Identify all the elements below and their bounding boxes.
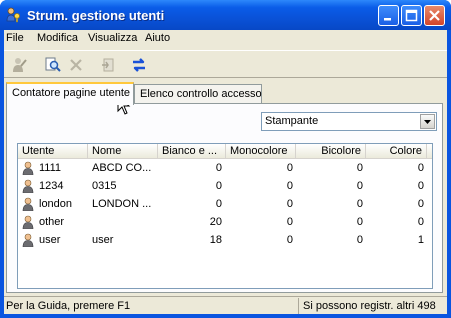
user-icon <box>22 233 34 247</box>
cell-bicolore: 0 <box>356 234 363 246</box>
device-select-value: Stampante <box>265 115 319 127</box>
cell-utente: 1111 <box>39 162 62 174</box>
cell-utente: other <box>39 216 65 228</box>
user-edit-button[interactable] <box>8 54 30 76</box>
tab-panel: Stampante Utente Nome Bianco e ... Monoc… <box>6 103 443 293</box>
cell-monocolore: 0 <box>286 162 293 174</box>
maximize-icon <box>405 9 418 22</box>
cell-nome: LONDON ... <box>92 198 152 210</box>
title-bar[interactable]: Strum. gestione utenti <box>0 0 451 30</box>
table-row[interactable]: other 20 0 0 0 <box>18 214 432 231</box>
app-window: Strum. gestione utenti File Modifica Vis… <box>0 0 451 318</box>
menu-file[interactable]: File <box>6 32 24 44</box>
tab-elenco-controllo[interactable]: Elenco controllo accesso <box>134 84 262 104</box>
menu-aiuto[interactable]: Aiuto <box>145 32 170 44</box>
table-row[interactable]: user user 18 0 0 1 <box>18 232 432 249</box>
toolbar <box>4 50 447 78</box>
cell-utente: 1234 <box>39 180 64 192</box>
cell-colore: 0 <box>417 198 424 210</box>
tab-contatore-pagine[interactable]: Contatore pagine utente <box>6 82 134 105</box>
export-button[interactable] <box>98 54 120 76</box>
tab-label: Contatore pagine utente <box>12 87 131 99</box>
user-counter-table[interactable]: Utente Nome Bianco e ... Monocolore Bico… <box>17 143 433 289</box>
user-icon <box>22 197 34 211</box>
refresh-button[interactable] <box>128 54 150 76</box>
cell-monocolore: 0 <box>286 216 293 228</box>
status-bar: Per la Guida, premere F1 Si possono regi… <box>4 296 447 314</box>
cell-monocolore: 0 <box>286 198 293 210</box>
column-header-colore[interactable]: Colore <box>366 144 427 159</box>
user-icon <box>22 215 34 229</box>
column-header-bianco[interactable]: Bianco e ... <box>158 144 226 159</box>
table-row[interactable]: 1111 ABCD CO... 0 0 0 0 <box>18 160 432 177</box>
column-header-nome[interactable]: Nome <box>88 144 158 159</box>
menu-bar: File Modifica Visualizza Aiuto <box>4 30 447 48</box>
menu-modifica[interactable]: Modifica <box>37 32 78 44</box>
status-info-text: Si possono registr. altri 498 <box>303 300 436 312</box>
cell-colore: 1 <box>417 234 424 246</box>
refresh-icon <box>133 58 145 72</box>
delete-button[interactable] <box>65 54 87 76</box>
user-edit-icon <box>13 58 27 72</box>
minimize-icon <box>384 18 391 21</box>
chevron-down-icon <box>424 119 431 124</box>
minimize-button[interactable] <box>378 5 399 26</box>
window-title: Strum. gestione utenti <box>27 8 165 23</box>
delete-icon <box>70 59 82 71</box>
close-button[interactable] <box>424 5 445 26</box>
table-header: Utente Nome Bianco e ... Monocolore Bico… <box>18 144 432 159</box>
cell-bicolore: 0 <box>356 162 363 174</box>
tab-strip: Contatore pagine utente Elenco controllo… <box>4 82 447 105</box>
cell-bianco-nero: 0 <box>215 180 222 192</box>
cell-bianco-nero: 0 <box>215 162 222 174</box>
user-icon <box>22 161 34 175</box>
column-header-utente[interactable]: Utente <box>18 144 88 159</box>
user-icon <box>22 179 34 193</box>
cell-monocolore: 0 <box>286 180 293 192</box>
client-area: File Modifica Visualizza Aiuto Contatore… <box>4 30 447 314</box>
cell-utente: user <box>39 234 61 246</box>
cell-bianco-nero: 0 <box>215 198 222 210</box>
cell-bianco-nero: 20 <box>209 216 222 228</box>
device-select-dropdown-button[interactable] <box>420 114 435 129</box>
close-icon <box>429 10 440 21</box>
search-icon <box>45 57 61 72</box>
cell-bianco-nero: 18 <box>209 234 222 246</box>
table-row[interactable]: london LONDON ... 0 0 0 0 <box>18 196 432 213</box>
device-select[interactable]: Stampante <box>261 112 437 131</box>
cell-colore: 0 <box>417 216 424 228</box>
maximize-button[interactable] <box>401 5 422 26</box>
cell-colore: 0 <box>417 180 424 192</box>
cell-nome: 0315 <box>92 180 117 192</box>
cell-bicolore: 0 <box>356 180 363 192</box>
menu-visualizza[interactable]: Visualizza <box>88 32 137 44</box>
cell-utente: london <box>39 198 73 210</box>
column-header-bicolore[interactable]: Bicolore <box>296 144 366 159</box>
cell-colore: 0 <box>417 162 424 174</box>
search-button[interactable] <box>42 54 64 76</box>
export-icon <box>102 58 114 72</box>
tab-label: Elenco controllo accesso <box>140 88 262 100</box>
status-help-text: Per la Guida, premere F1 <box>6 300 131 312</box>
cell-bicolore: 0 <box>356 198 363 210</box>
users-key-icon <box>6 7 20 23</box>
cell-nome: user <box>92 234 114 246</box>
status-info-pane: Si possono registr. altri 498 <box>298 298 445 314</box>
cell-nome: ABCD CO... <box>92 162 152 174</box>
cell-bicolore: 0 <box>356 216 363 228</box>
cell-monocolore: 0 <box>286 234 293 246</box>
table-row[interactable]: 1234 0315 0 0 0 0 <box>18 178 432 195</box>
column-header-monocolore[interactable]: Monocolore <box>226 144 296 159</box>
